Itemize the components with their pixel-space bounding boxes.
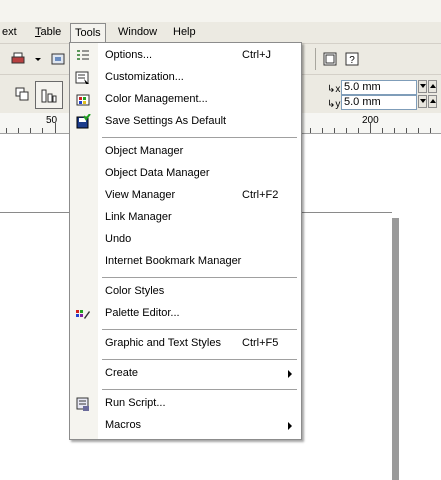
title-strip — [0, 0, 441, 23]
menu-separator — [102, 329, 297, 330]
submenu-arrow-icon — [288, 370, 292, 378]
toolbar-separator — [315, 48, 316, 70]
menu-item-color-management[interactable]: Color Management... — [70, 89, 301, 111]
menu-item-customization[interactable]: Customization... — [70, 67, 301, 89]
group-icon[interactable] — [14, 86, 30, 102]
nudge-y-icon: ↳y — [327, 99, 340, 110]
nudge-x-input[interactable]: 5.0 mm — [341, 80, 417, 95]
menu-window[interactable]: Window — [113, 25, 162, 40]
save-settings-icon — [76, 114, 91, 129]
import-icon[interactable] — [50, 51, 66, 67]
ruler-label: 50 — [46, 115, 58, 126]
menu-item-view-manager[interactable]: View Manager Ctrl+F2 — [70, 185, 301, 207]
menu-item-object-data-manager[interactable]: Object Data Manager — [70, 163, 301, 185]
menu-separator — [102, 137, 297, 138]
menu-item-options[interactable]: Options... Ctrl+J — [70, 45, 301, 67]
align-icon — [41, 89, 57, 103]
print-icon[interactable] — [10, 51, 26, 67]
nudge-x-icon: ↳x — [327, 84, 340, 95]
menu-item-create[interactable]: Create — [70, 363, 301, 385]
menu-separator — [102, 277, 297, 278]
menu-help[interactable]: Help — [168, 25, 201, 40]
menu-item-internet-bookmark-manager[interactable]: Internet Bookmark Manager — [70, 251, 301, 273]
svg-text:?: ? — [349, 55, 355, 66]
menu-item-link-manager[interactable]: Link Manager — [70, 207, 301, 229]
help-icon[interactable]: ? — [344, 51, 360, 67]
nudge-y-up[interactable] — [428, 95, 437, 108]
menu-separator — [102, 359, 297, 360]
nudge-x-up[interactable] — [428, 80, 437, 93]
menu-item-object-manager[interactable]: Object Manager — [70, 141, 301, 163]
menu-text[interactable]: ext — [0, 25, 22, 40]
customization-icon — [75, 71, 89, 84]
align-toggle[interactable] — [35, 81, 63, 109]
nudge-y-input[interactable]: 5.0 mm — [341, 95, 417, 110]
menu-item-graphic-text-styles[interactable]: Graphic and Text Styles Ctrl+F5 — [70, 333, 301, 355]
menu-tools[interactable]: Tools — [70, 23, 106, 44]
options-icon — [77, 50, 89, 60]
menu-item-undo[interactable]: Undo — [70, 229, 301, 251]
color-management-icon — [76, 94, 90, 106]
menu-separator — [102, 389, 297, 390]
ruler-label: 200 — [362, 115, 379, 126]
palette-editor-icon — [76, 310, 90, 319]
menu-table[interactable]: Table — [30, 25, 66, 40]
page-shadow — [392, 218, 399, 480]
menu-item-macros[interactable]: Macros — [70, 415, 301, 437]
svg-text:↳x: ↳x — [327, 84, 340, 95]
chevron-down-icon[interactable] — [30, 51, 46, 67]
submenu-arrow-icon — [288, 422, 292, 430]
menu-bar: ext Table Tools Window Help — [0, 22, 441, 44]
run-script-icon — [76, 397, 89, 411]
svg-text:↳y: ↳y — [327, 99, 340, 110]
menu-item-run-script[interactable]: Run Script... — [70, 393, 301, 415]
menu-item-color-styles[interactable]: Color Styles — [70, 281, 301, 303]
menu-item-save-settings[interactable]: Save Settings As Default — [70, 111, 301, 133]
menu-item-palette-editor[interactable]: Palette Editor... — [70, 303, 301, 325]
nudge-x-down[interactable] — [418, 80, 427, 93]
tools-menu: Options... Ctrl+J Customization... Color… — [69, 42, 302, 440]
view-icon[interactable] — [322, 51, 338, 67]
nudge-y-down[interactable] — [418, 95, 427, 108]
